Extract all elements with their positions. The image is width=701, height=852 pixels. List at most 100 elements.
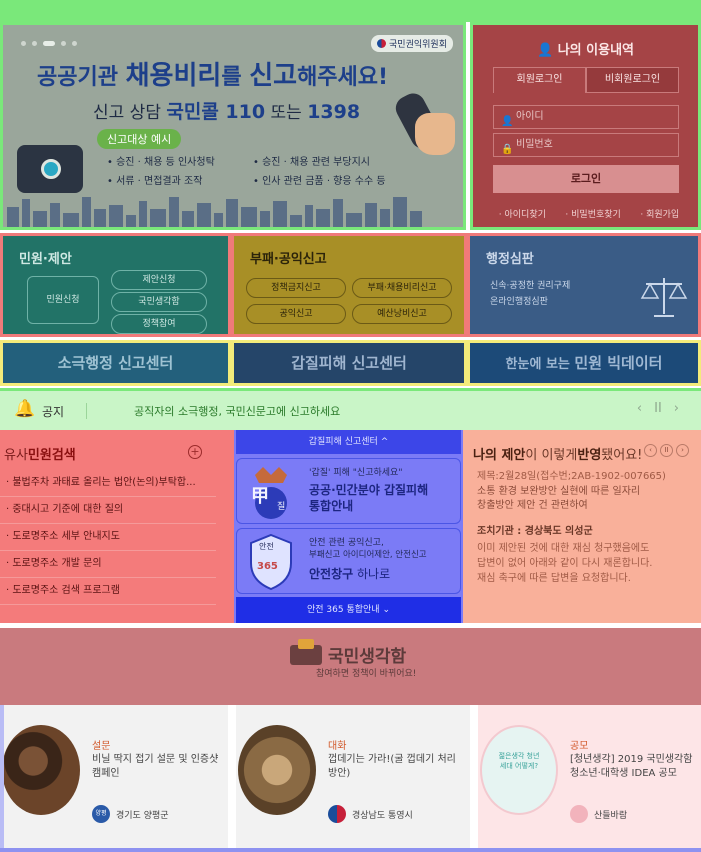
city-skyline-illustration [3,191,463,227]
gapjil-guide-card[interactable]: 甲 질 '갑질' 피해 "신고하세요" 공공·민간분야 갑질피해 통합안내 [236,458,461,524]
banner-pager[interactable] [21,41,77,46]
login-button[interactable]: 로그인 [493,165,679,193]
find-password-link[interactable]: 비밀번호찾기 [565,207,621,220]
tab-nonmember-login[interactable]: 비회원로그인 [586,67,679,93]
report-target-list: 승진 · 채용 등 인사청탁 승진 · 채용 관련 부당지시 서류 · 면접결과… [107,153,407,187]
list-item[interactable]: 도로명주소 검색 프로그램 [0,578,216,605]
top-strip [0,0,701,22]
id-field[interactable]: 👤 아이디 [493,105,679,129]
gukmin-subtitle: 참여하면 정책이 바뀌어요! [316,669,417,679]
building [241,207,257,227]
card-category: 공모 [570,741,589,752]
proposal-line[interactable]: 소통 환경 보완방안 실현에 따른 일자리 [477,485,693,499]
bottom-line [0,848,701,852]
rights-relief-link[interactable]: 신속·공정한 권리구제 [490,278,570,294]
proposal-apply-pill[interactable]: 제안신청 [111,270,207,290]
notice-message[interactable]: 공직자의 소극행정, 국민신문고에 신고하세요 [134,403,340,419]
building [33,211,47,227]
org-name: 경상남도 통영시 [352,810,413,821]
signup-link[interactable]: 회원가입 [640,207,679,220]
fax-lens-illustration [41,159,61,179]
bigdata-prefix: 한눈에 보는 [505,357,575,372]
card-text: [청년생각] 2019 국민생각함 청소년·대학생 IDEA 공모 [570,754,693,779]
card-org: 산들바람 [570,805,627,823]
scale-of-justice-icon [640,278,688,317]
gapjil-center-toggle[interactable]: 갑질피해 신고센터 ^ [236,430,461,454]
policy-ban-report-pill[interactable]: 정책금지신고 [246,278,346,298]
more-plus-icon[interactable]: + [188,445,202,459]
consult-number: 국민콜 110 [166,101,266,123]
logo-text: 국민권익위원회 [389,40,447,50]
civil-apply-button[interactable]: 민원신청 [27,276,99,324]
left-strip [0,705,4,848]
tab-member-login[interactable]: 회원로그인 [493,67,586,93]
password-field[interactable]: 🔒 비밀번호 [493,133,679,157]
headline-part: 공공기관 [37,65,126,90]
building [305,205,313,227]
gukmin-card[interactable]: 설문 비닐 딱지 접기 설문 및 인증샷 캠페인 양평 경기도 양평군 [0,705,228,848]
card-image [2,725,80,815]
civil-proposal-panel: 민원·제안 민원신청 제안신청 국민생각함 정책참여 [0,233,231,337]
panel-title: 행정심판 [486,252,534,267]
gukmin-title: 국민생각함 [328,647,407,667]
building [226,199,238,227]
report-target-item: 인사 관련 금품 · 향응 수수 등 [253,172,403,187]
safety-badge-label: 안전 [259,542,274,551]
gukmin-think-pill[interactable]: 국민생각함 [111,292,207,312]
building [50,203,60,227]
gap-badge-sub: 질 [277,502,286,512]
consult-or: 또는 [265,103,308,123]
pager-dot[interactable] [32,41,37,46]
panel-title: 민원·제안 [19,252,72,267]
building [346,213,362,227]
admin-appeal-panel[interactable]: 행정심판 신속·공정한 권리구제 온라인행정심판 [467,233,701,337]
divider [86,403,87,419]
lock-icon: 🔒 [501,144,514,155]
chevron-right-icon[interactable]: › [676,444,689,457]
gukmin-card[interactable]: 대화 껍데기는 가라!(굴 껍데기 처리 방안) 경상남도 통영시 [236,705,470,848]
building [7,207,19,227]
pause-icon[interactable]: II [660,444,673,457]
public-interest-report-pill[interactable]: 공익신고 [246,304,346,324]
online-appeal-link[interactable]: 온라인행정심판 [490,294,570,310]
admin-appeal-links: 신속·공정한 권리구제 온라인행정심판 [490,278,570,310]
corruption-hiring-report-pill[interactable]: 부패·채용비리신고 [352,278,452,298]
chevron-left-icon[interactable]: ‹ [637,401,642,416]
pager-dot-active[interactable] [43,41,55,46]
acrc-logo: 국민권익위원회 [371,35,453,52]
card-org: 경상남도 통영시 [328,805,413,823]
id-placeholder: 아이디 [516,111,544,122]
list-item[interactable]: 중대시고 기준에 대한 질의 [0,497,216,524]
card-image-caption: 젊은생각 청년세대 어떻게? [498,752,540,770]
building [380,209,390,227]
list-item[interactable]: 불법주차 과태료 올리는 법안(논의)부탁합... [0,470,216,497]
card-caption-line2: 부패신고 아이디어제안, 안전신고 [309,550,427,560]
main-banner[interactable]: 국민권익위원회 공공기관 채용비리를 신고해주세요! 신고 상담 국민콜 110… [0,22,466,230]
passive-admin-report-center-link[interactable]: 소극행정 신고센터 [0,340,231,386]
budget-waste-report-pill[interactable]: 예산낭비신고 [352,304,452,324]
pager-dot[interactable] [72,41,77,46]
headline-part: 를 [221,65,250,90]
proposal-body: 답변이 없어 아래와 같이 다시 재론합니다. [477,558,653,569]
find-id-link[interactable]: 아이디찾기 [499,207,545,220]
policy-participation-pill[interactable]: 정책참여 [111,314,207,334]
safety365-guide-toggle[interactable]: 안전 365 통합안내 ⌄ [236,597,461,623]
civil-bigdata-link[interactable]: 한눈에 보는 민원 빅데이터 [467,340,701,386]
section-title: 나의 제안이 이렇게반영됐어요! [473,444,642,463]
safety365-card[interactable]: 안전 365 안전 관련 공익신고, 부패신고 아이디어제안, 안전신고 안전창… [236,528,461,594]
gukmin-think-banner[interactable]: 국민생각함 참여하면 정책이 바뀌어요! [0,625,701,705]
pager-dot[interactable] [61,41,66,46]
proposal-body: 이미 제안된 것에 대한 재심 청구했음에도 [477,543,650,554]
pause-icon[interactable]: II [654,401,662,416]
chevron-right-icon[interactable]: › [674,401,679,416]
gapjil-report-center-link[interactable]: 갑질피해 신고센터 [231,340,467,386]
gukmin-card[interactable]: 젊은생각 청년세대 어떻게? 공모 [청년생각] 2019 국민생각함 청소년·… [478,705,701,848]
pager-dot[interactable] [21,41,26,46]
list-item[interactable]: 도로명주소 세부 안내지도 [0,524,216,551]
chevron-left-icon[interactable]: ‹ [644,444,657,457]
list-item[interactable]: 도로명주소 개발 문의 [0,551,216,578]
building [365,203,377,227]
building [63,213,79,227]
proposal-line[interactable]: 창출방안 제안 건 관련하여 [477,499,693,513]
card-image: 젊은생각 청년세대 어떻게? [480,725,558,815]
